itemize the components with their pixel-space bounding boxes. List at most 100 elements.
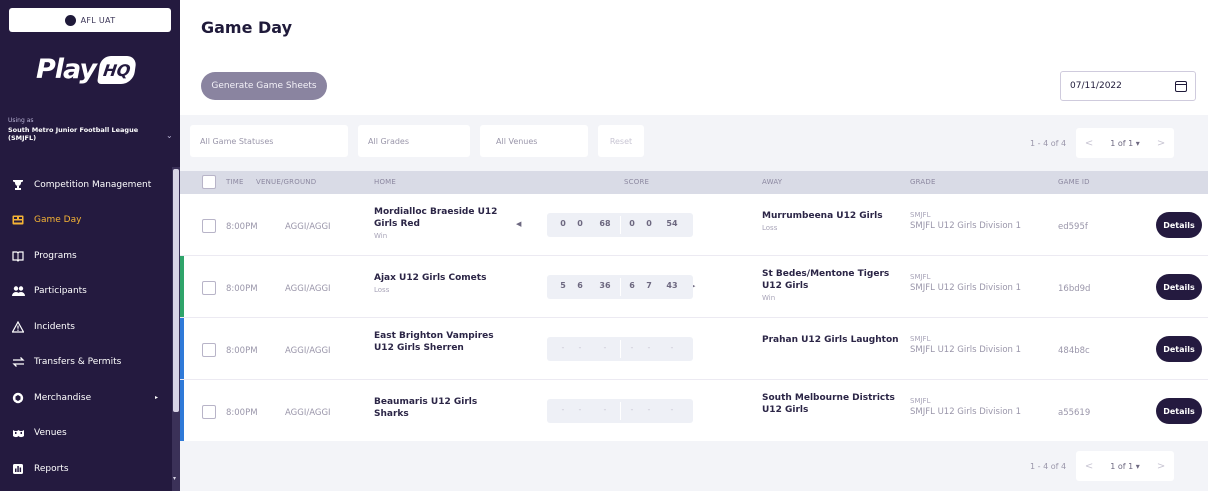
date-picker[interactable]: 07/11/2022 [1060,71,1196,101]
away-result: Win [762,294,776,302]
away-team-name: Murrumbeena U12 Girls [762,211,883,221]
environment-badge: AFL UAT [9,8,171,32]
reports-icon [10,463,26,475]
home-result: Loss [374,286,390,294]
table-row[interactable]: 8:00PM AGGI/AGGI Mordialloc Braeside U12 G… [180,194,1208,256]
row-checkbox[interactable] [202,219,216,233]
column-header-away: AWAY [762,178,783,186]
row-checkbox[interactable] [202,281,216,295]
details-button[interactable]: Details [1156,336,1202,362]
score-value: 0 [646,219,652,228]
game-time: 8:00PM [226,284,258,294]
table-row[interactable]: 8:00PM AGGI/AGGI Ajax U12 Girls Comets Loss… [180,256,1208,318]
away-team-name: South Melbourne Districts U12 Girls [762,393,895,415]
next-page-icon[interactable]: > [1148,138,1174,149]
page-select[interactable]: 1 of 1 ▾ [1102,462,1148,471]
row-checkbox[interactable] [202,405,216,419]
prev-page-icon[interactable]: < [1076,138,1102,149]
score-value: 6 [577,281,583,290]
row-checkbox[interactable] [202,343,216,357]
scroll-down-icon[interactable]: ▾ [173,475,176,482]
away-result: Loss [762,224,778,232]
score-value: - [603,405,607,414]
status-accent [180,194,184,255]
details-button[interactable]: Details [1156,274,1202,300]
playhq-logo[interactable]: Play HQ [36,54,138,85]
next-page-icon[interactable]: > [1148,461,1174,472]
game-venue: AGGI/AGGI [285,408,331,418]
score-value: - [630,405,634,414]
table-header: TIME VENUE/GROUND HOME SCORE AWAY GRADE … [180,171,1208,194]
game-venue: AGGI/AGGI [285,284,331,294]
book-icon [10,250,26,262]
score-value: 6 [629,281,635,290]
nav-item-participants[interactable]: Participants [0,274,172,310]
score-divider [620,402,621,420]
away-team: Prahan U12 Girls Laughton [762,334,902,348]
game-status-filter[interactable]: All Game Statuses [190,125,348,157]
nav-item-label: Incidents [34,321,75,332]
page-select[interactable]: 1 of 1 ▾ [1102,139,1148,148]
score-value: 7 [646,281,652,290]
nav-item-label: Programs [34,250,77,261]
nav-item-merchandise[interactable]: Merchandise ▸ [0,380,172,416]
table-row[interactable]: 8:00PM AGGI/AGGI East Brighton Vampires U1… [180,318,1208,380]
nav-item-reports[interactable]: Reports [0,451,172,487]
grade-filter[interactable]: All Grades [358,125,470,157]
people-icon [10,285,26,297]
score-value: - [578,405,582,414]
chevron-down-icon: ▾ [1135,461,1140,471]
page-title: Game Day [201,18,293,37]
sidebar-scroll-thumb[interactable] [173,169,179,412]
status-accent [180,380,184,441]
grade-cell: SMJFL SMJFL U12 Girls Division 1 [910,335,1050,355]
page-select-value: 1 of 1 [1110,461,1134,471]
nav-item-game-day[interactable]: Game Day [0,203,172,239]
organisation-switcher[interactable]: South Metro Junior Football League (SMJF… [8,126,158,142]
reset-button[interactable]: Reset [598,125,644,157]
nav-item-label: Game Day [34,215,82,226]
nav-item-label: Merchandise [34,392,92,403]
grade-name: SMJFL U12 Girls Division 1 [910,345,1022,355]
caret-right-icon: ▸ [154,394,158,402]
score-value: - [647,343,651,352]
game-time: 8:00PM [226,222,258,232]
grade-cell: SMJFL SMJFL U12 Girls Division 1 [910,211,1050,231]
details-button[interactable]: Details [1156,212,1202,238]
main-navigation: Competition Management Game Day Programs… [0,167,172,487]
game-time: 8:00PM [226,408,258,418]
column-header-grade: GRADE [910,178,936,186]
select-all-checkbox[interactable] [202,175,216,189]
score-value: 36 [599,281,611,290]
score-value: 0 [577,219,583,228]
generate-game-sheets-button[interactable]: Generate Game Sheets [201,72,327,100]
score-divider [620,340,621,358]
nav-item-label: Venues [34,428,67,439]
home-team-name: Beaumaris U12 Girls Sharks [374,397,478,419]
nav-item-competition-management[interactable]: Competition Management [0,167,172,203]
pagination-range: 1 - 4 of 4 [1030,138,1067,148]
using-as-label: Using as [8,117,34,124]
grade-organisation: SMJFL [910,273,931,281]
score-value: - [561,343,565,352]
game-day-icon [10,214,26,226]
venue-icon [10,427,26,439]
table-row[interactable]: 8:00PM AGGI/AGGI Beaumaris U12 Girls Shark… [180,380,1208,442]
away-team-name: St Bedes/Mentone Tigers U12 Girls [762,269,890,291]
details-button[interactable]: Details [1156,398,1202,424]
logo-hq-badge: HQ [97,55,138,84]
nav-item-programs[interactable]: Programs [0,238,172,274]
nav-item-venues[interactable]: Venues [0,416,172,452]
nav-item-incidents[interactable]: Incidents [0,309,172,345]
sidebar: AFL UAT Play HQ Using as South Metro Jun… [0,0,180,491]
calendar-icon[interactable] [1175,80,1187,92]
prev-page-icon[interactable]: < [1076,461,1102,472]
game-venue: AGGI/AGGI [285,346,331,356]
home-team: Beaumaris U12 Girls Sharks [374,396,512,422]
filter-bar: All Game Statuses All Grades All Venues … [180,115,1208,171]
environment-label: AFL UAT [80,15,116,25]
nav-item-transfers-permits[interactable]: Transfers & Permits [0,345,172,381]
chevron-down-icon[interactable]: ⌄ [166,131,173,140]
transfer-icon [10,356,26,368]
venue-filter[interactable]: All Venues [480,125,588,157]
